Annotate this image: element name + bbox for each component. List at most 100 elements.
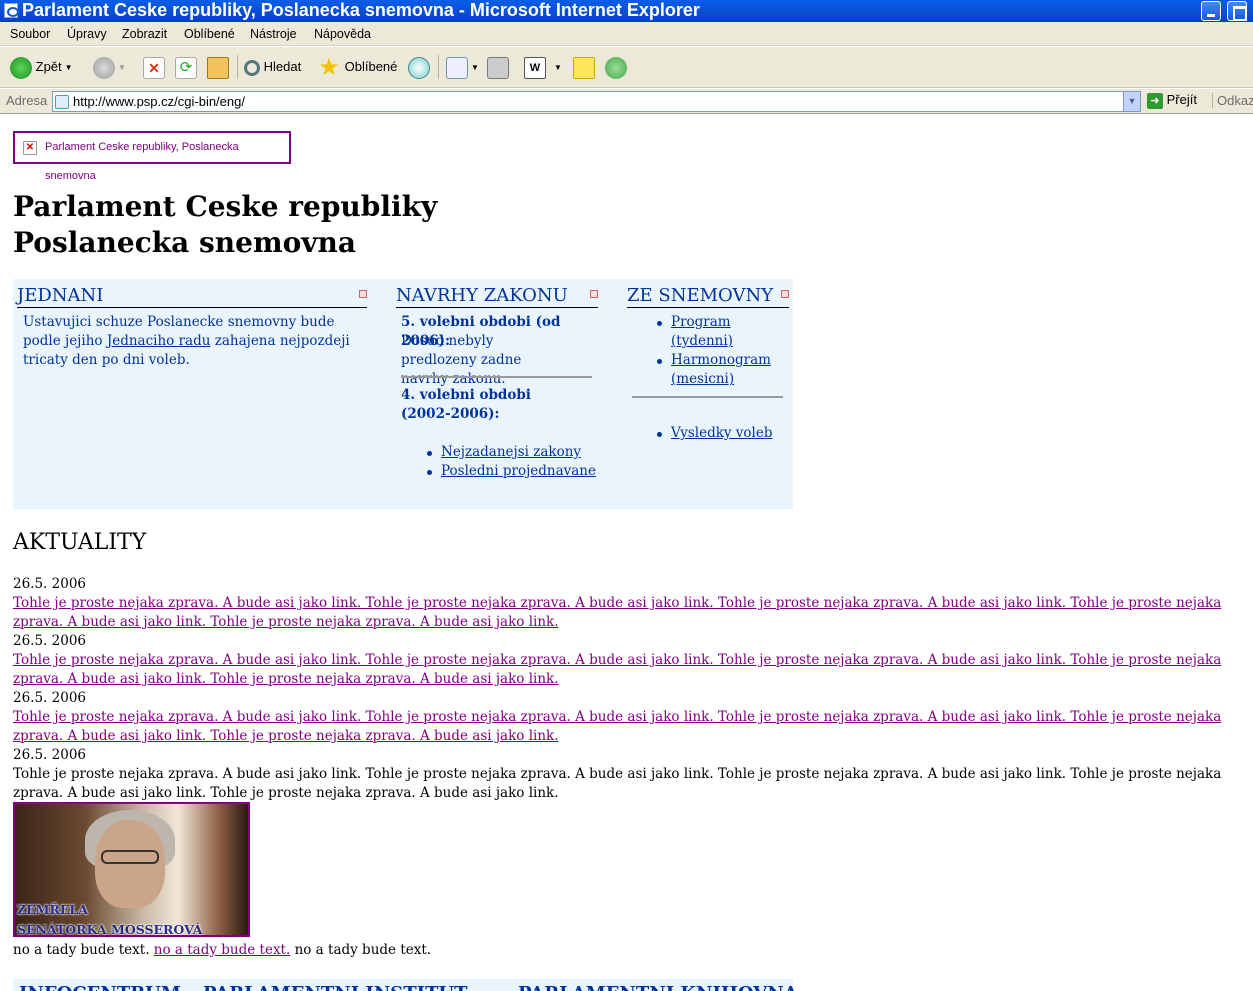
- minimize-button[interactable]: [1201, 1, 1221, 21]
- menu-nastroje[interactable]: Nástroje: [250, 22, 297, 46]
- page-content: ✕ Parlament Ceske republiky, Poslanecka …: [0, 115, 1253, 991]
- news-text: Tohle je proste nejaka zprava. A bude as…: [13, 766, 1222, 801]
- address-label: Adresa: [6, 93, 48, 108]
- rss-icon[interactable]: [781, 290, 789, 298]
- toolbar-separator: [438, 55, 439, 79]
- go-label: Přejít: [1166, 92, 1197, 107]
- news-item: 26.5. 2006 Tohle je proste nejaka zprava…: [13, 746, 1246, 803]
- broken-image-icon: ✕: [23, 141, 37, 155]
- news-item: 26.5. 2006 Tohle je proste nejaka zprava…: [13, 632, 1246, 689]
- navrhy-period1-text: Dosud nebyly predlozeny zadne navrhy zak…: [401, 333, 522, 387]
- page-title-line2: Poslanecka snemovna: [13, 226, 357, 259]
- news-date: 26.5. 2006: [13, 633, 86, 649]
- stop-icon: ✕: [143, 56, 165, 79]
- window-titlebar: Parlament Ceske republiky, Poslanecka sn…: [0, 0, 1253, 22]
- navrhy-heading-text: NAVRHY ZAKONU: [396, 285, 568, 306]
- toolbar-separator: [237, 55, 238, 79]
- news-link[interactable]: Tohle je proste nejaka zprava. A bude as…: [13, 709, 1221, 744]
- history-icon: [408, 56, 430, 79]
- chevron-down-icon[interactable]: ▼: [118, 54, 126, 82]
- program-tydenni-link[interactable]: Program (tydenni): [671, 314, 733, 349]
- discuss-button[interactable]: [573, 53, 595, 81]
- mail-icon: [446, 56, 468, 79]
- news-date: 26.5. 2006: [13, 747, 86, 763]
- chevron-down-icon[interactable]: ▼: [1123, 92, 1140, 111]
- news-date: 26.5. 2006: [13, 690, 86, 706]
- rss-icon[interactable]: [359, 290, 367, 298]
- bottom-panel: INFOCENTRUM PARLAMENTNI INSTITUT PARLAME…: [13, 979, 798, 991]
- mail-button[interactable]: ▼: [446, 53, 479, 81]
- jednani-heading-text: JEDNANI: [17, 285, 104, 306]
- search-button[interactable]: Hledat: [244, 53, 301, 81]
- vysledky-voleb-link[interactable]: Vysledky voleb: [671, 425, 773, 441]
- note-icon: [573, 56, 595, 79]
- navrhy-heading: NAVRHY ZAKONU: [396, 284, 598, 308]
- search-label: Hledat: [263, 59, 302, 74]
- print-button[interactable]: [487, 53, 509, 81]
- news-photo[interactable]: ZEMŘELA SENÁTORKA MOSSEROVÁ: [13, 802, 250, 937]
- divider: [401, 376, 592, 378]
- news-date: 26.5. 2006: [13, 576, 86, 592]
- chevron-down-icon[interactable]: ▼: [471, 54, 479, 82]
- nejzadanejsi-zakony-link[interactable]: Nejzadanejsi zakony: [441, 444, 581, 460]
- photo-caption: ZEMŘELA SENÁTORKA MOSSEROVÁ: [17, 900, 203, 935]
- stop-button[interactable]: ✕: [143, 53, 165, 81]
- snemovna-links: Program (tydenni) Harmonogram (mesicni): [655, 313, 785, 389]
- menu-bar: Soubor Úpravy Zobrazit Oblíbené Nástroje…: [0, 22, 1253, 46]
- list-item: Nejzadanejsi zakony: [425, 443, 596, 462]
- word-icon: W: [524, 56, 546, 79]
- page-title: Parlament Ceske republiky Poslanecka sne…: [13, 189, 437, 261]
- back-button[interactable]: Zpět ▼: [10, 53, 73, 81]
- messenger-button[interactable]: [605, 53, 627, 81]
- maximize-button[interactable]: [1227, 1, 1247, 21]
- page-title-line1: Parlament Ceske republiky: [13, 190, 438, 223]
- menu-oblibene[interactable]: Oblíbené: [184, 22, 235, 46]
- logo-image-broken[interactable]: ✕ Parlament Ceske republiky, Poslanecka …: [13, 131, 291, 182]
- address-input[interactable]: http://www.psp.cz/cgi-bin/eng/ ▼: [52, 91, 1141, 112]
- address-bar: Adresa http://www.psp.cz/cgi-bin/eng/ ▼ …: [0, 89, 1253, 114]
- back-arrow-icon: [10, 56, 32, 79]
- posledni-projednavane-link[interactable]: Posledni projednavane: [441, 463, 596, 479]
- forward-arrow-icon: [93, 56, 115, 79]
- standard-toolbar: Zpět ▼ ▼ ✕ ⟳ Hledat ★ Oblíbené ▼ W ▼: [0, 47, 1253, 88]
- refresh-icon: ⟳: [175, 56, 197, 79]
- favorites-button[interactable]: ★ Oblíbené: [317, 53, 397, 81]
- go-button[interactable]: ➜ Přejít: [1147, 92, 1197, 109]
- aktuality-heading: AKTUALITY: [13, 530, 147, 555]
- news-link[interactable]: Tohle je proste nejaka zprava. A bude as…: [13, 652, 1221, 687]
- forward-button[interactable]: ▼: [93, 53, 126, 81]
- chevron-down-icon[interactable]: ▼: [554, 54, 562, 82]
- jednani-heading: JEDNANI: [17, 284, 367, 308]
- list-item: Program (tydenni): [655, 313, 785, 351]
- photo-text-link[interactable]: no a tady bude text.: [154, 942, 291, 958]
- menu-napoveda[interactable]: Nápověda: [314, 22, 371, 46]
- menu-soubor[interactable]: Soubor: [10, 22, 50, 46]
- snemovna-heading-text: ZE SNEMOVNY: [627, 285, 774, 306]
- photo-text-2: no a tady bude text.: [290, 942, 432, 958]
- menu-zobrazit[interactable]: Zobrazit: [122, 22, 167, 46]
- rss-icon[interactable]: [590, 290, 598, 298]
- infocentrum-heading: INFOCENTRUM: [19, 983, 181, 991]
- chevron-down-icon[interactable]: ▼: [65, 54, 73, 82]
- snemovna-links-2: Vysledky voleb: [655, 424, 773, 443]
- news-item: 26.5. 2006 Tohle je proste nejaka zprava…: [13, 689, 1246, 746]
- news-item: 26.5. 2006 Tohle je proste nejaka zprava…: [13, 575, 1246, 632]
- photo-text: no a tady bude text. no a tady bude text…: [13, 941, 431, 960]
- history-button[interactable]: [408, 53, 430, 81]
- address-url[interactable]: http://www.psp.cz/cgi-bin/eng/: [73, 94, 245, 109]
- harmonogram-link[interactable]: Harmonogram (mesicni): [671, 352, 771, 387]
- edit-button[interactable]: W ▼: [524, 53, 562, 81]
- list-item: Harmonogram (mesicni): [655, 351, 785, 389]
- refresh-button[interactable]: ⟳: [175, 53, 197, 81]
- divider: [632, 396, 783, 398]
- jednaciho-radu-link[interactable]: Jednaciho radu: [107, 333, 211, 349]
- snemovna-heading: ZE SNEMOVNY: [627, 284, 789, 308]
- photo-text-1: no a tady bude text.: [13, 942, 154, 958]
- list-item: Posledni projednavane: [425, 462, 596, 481]
- menu-upravy[interactable]: Úpravy: [67, 22, 107, 46]
- news-link[interactable]: Tohle je proste nejaka zprava. A bude as…: [13, 595, 1221, 630]
- page-icon: [55, 95, 69, 109]
- home-button[interactable]: [207, 53, 229, 81]
- links-toolbar[interactable]: Odkazy: [1212, 93, 1253, 108]
- photo-glasses: [101, 850, 159, 864]
